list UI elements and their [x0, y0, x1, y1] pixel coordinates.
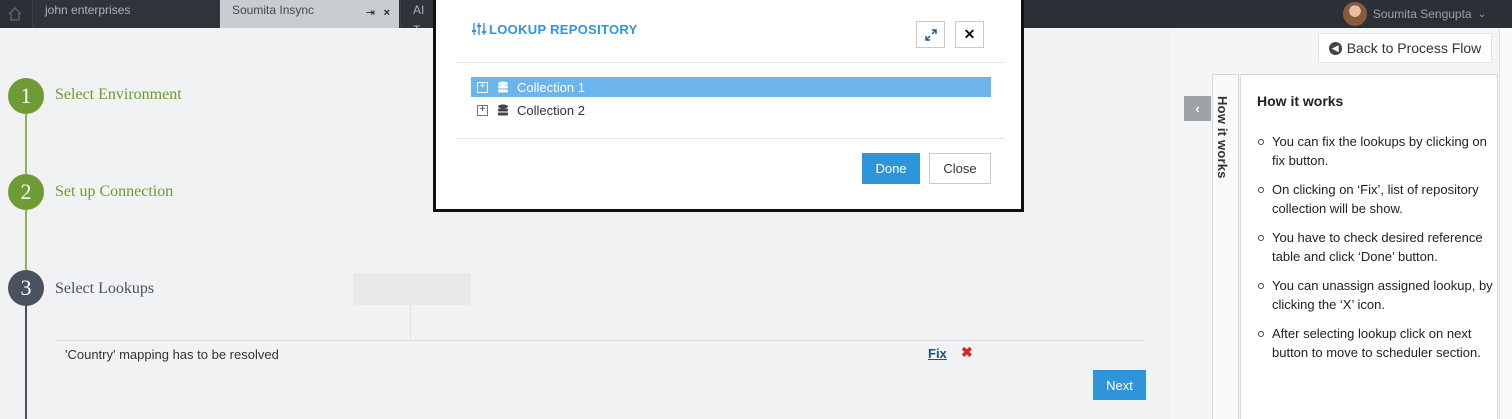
tree-item-label: Collection 1 — [517, 79, 585, 95]
next-button[interactable]: Next — [1093, 370, 1146, 400]
user-menu[interactable]: Soumita Sengupta ⌄ — [1342, 0, 1486, 28]
close-tab-icon[interactable]: × — [384, 3, 390, 23]
tab-label: john enterprises — [45, 3, 131, 17]
divider — [456, 62, 1004, 63]
tree-item-collection-2[interactable]: + Collection 2 — [471, 100, 991, 120]
tab-john-enterprises[interactable]: john enterprises — [32, 0, 217, 28]
expand-tree-icon[interactable]: + — [477, 104, 488, 116]
how-item: On clicking on ‘Fix’, list of repository… — [1258, 180, 1494, 218]
step-connector — [25, 306, 27, 419]
expand-button[interactable] — [916, 21, 945, 48]
step-connector — [25, 210, 27, 270]
step-2-number: 2 — [8, 174, 44, 210]
how-it-works-list: You can fix the lookups by clicking on f… — [1258, 132, 1494, 372]
fix-link[interactable]: Fix — [928, 346, 947, 361]
tree-item-collection-1[interactable]: + Collection 1 — [471, 77, 991, 97]
step-connector — [25, 114, 27, 174]
how-item: After selecting lookup click on next but… — [1258, 324, 1494, 362]
pin-icon[interactable]: ⇥ — [366, 3, 375, 23]
back-to-process-flow-button[interactable]: ◀ Back to Process Flow — [1318, 33, 1492, 63]
ghost-line — [410, 305, 411, 340]
sliders-icon — [472, 23, 486, 35]
how-item: You can unassign assigned lookup, by cli… — [1258, 278, 1493, 312]
back-label: Back to Process Flow — [1346, 40, 1482, 56]
step-1-label: Select Environment — [55, 86, 182, 103]
modal-title: LOOKUP REPOSITORY — [489, 22, 638, 37]
close-icon: ✕ — [963, 26, 976, 42]
step-3-label: Select Lookups — [55, 280, 155, 297]
mapping-message: 'Country' mapping has to be resolved — [65, 347, 279, 362]
divider — [456, 138, 1004, 139]
database-icon — [498, 81, 508, 92]
how-item: You can fix the lookups by clicking on f… — [1258, 132, 1494, 170]
back-arrow-icon: ◀ — [1328, 41, 1342, 55]
remove-icon[interactable]: ✖ — [961, 344, 973, 361]
how-it-works-title: How it works — [1257, 93, 1344, 109]
avatar — [1342, 2, 1367, 26]
chevron-down-icon: ⌄ — [1477, 8, 1486, 20]
chevron-left-icon: ‹ — [1195, 101, 1200, 116]
expand-icon — [924, 28, 937, 41]
step-2-label: Set up Connection — [55, 183, 174, 200]
tab-soumita-insync[interactable]: Soumita Insync ⇥ × — [219, 0, 399, 28]
how-item: You have to check desired reference tabl… — [1258, 228, 1494, 266]
done-button[interactable]: Done — [862, 153, 920, 184]
tab-label: Soumita Insync — [232, 3, 315, 17]
tree-item-label: Collection 2 — [517, 102, 585, 118]
close-button[interactable]: Close — [929, 153, 991, 184]
expand-tree-icon[interactable]: + — [477, 81, 488, 93]
home-icon[interactable] — [0, 0, 30, 28]
modal-close-button[interactable]: ✕ — [955, 21, 984, 48]
lookup-mapping-row: 'Country' mapping has to be resolved Fix… — [55, 340, 1145, 368]
user-name: Soumita Sengupta — [1372, 7, 1472, 21]
ghost-button — [353, 273, 471, 305]
step-3-number: 3 — [8, 270, 44, 306]
scrollbar-track[interactable] — [1499, 28, 1512, 419]
how-it-works-panel: How it works You can fix the lookups by … — [1240, 74, 1498, 419]
lookup-repository-modal: LOOKUP REPOSITORY ✕ + Collection 1 + Col… — [433, 0, 1024, 212]
how-it-works-tab-label: How it works — [1215, 96, 1230, 179]
collapse-panel-button[interactable]: ‹ — [1184, 96, 1211, 121]
step-1-number: 1 — [8, 78, 44, 114]
database-icon — [498, 104, 508, 115]
